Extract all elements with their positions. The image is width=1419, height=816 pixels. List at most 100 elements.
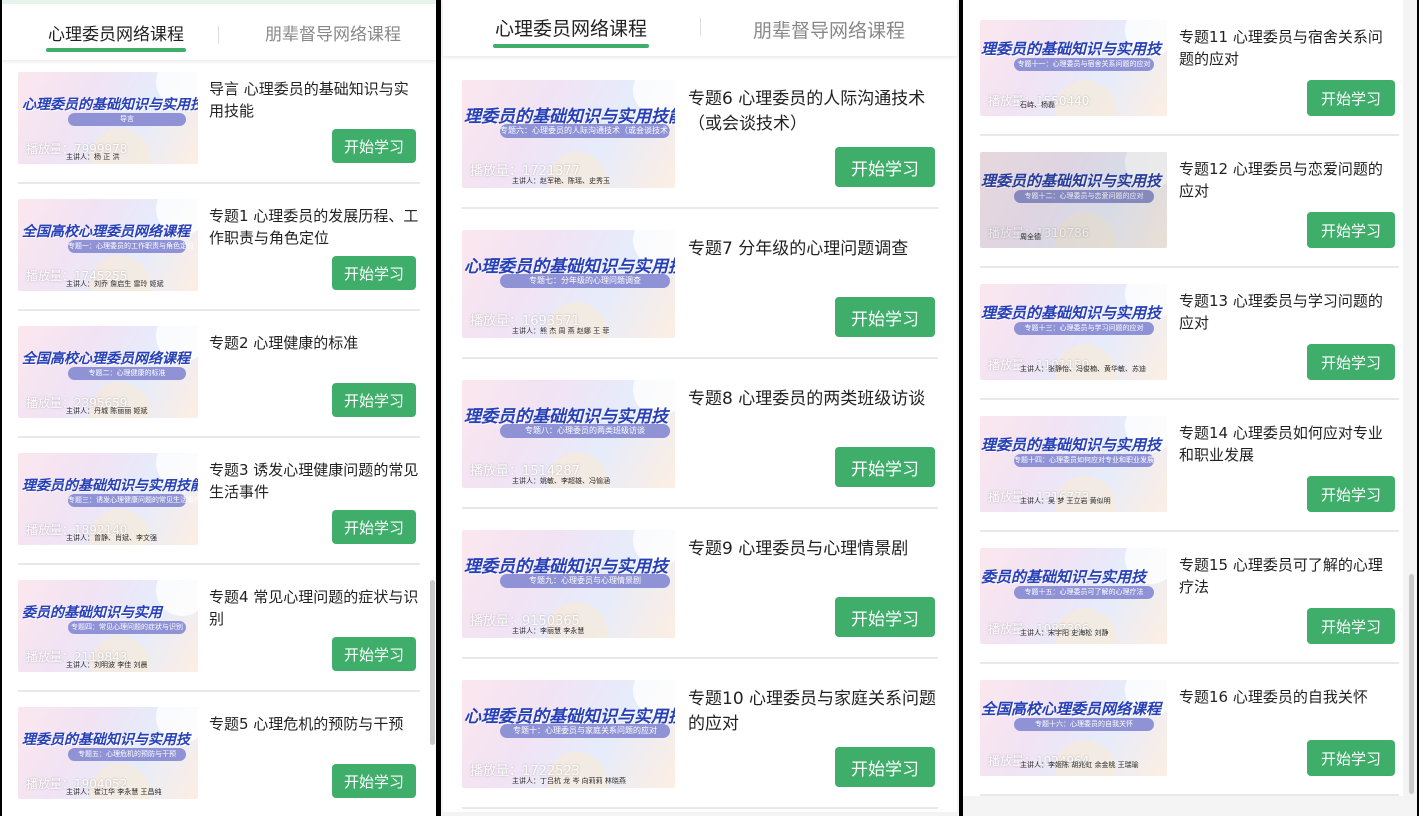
tab-peer-supervision[interactable]: 朋辈督导网络课程 [265, 20, 401, 45]
start-learning-button[interactable]: 开始学习 [332, 510, 416, 544]
start-learning-button[interactable]: 开始学习 [332, 764, 416, 798]
start-learning-button[interactable]: 开始学习 [1307, 212, 1395, 248]
scrollbar[interactable] [1409, 574, 1414, 794]
item-divider [18, 563, 420, 565]
item-divider [980, 662, 1399, 664]
course-thumbnail[interactable]: 心理委员的基础知识与实用技能专题七：分年级的心理问题调查播放量：1693571主… [462, 230, 675, 338]
course-item[interactable]: 全国高校心理委员网络课程 专题二：心理健康的标准 播放量：2395659 主讲人：丹城… [2, 326, 436, 453]
start-learning-button[interactable]: 开始学习 [1307, 608, 1395, 644]
course-title[interactable]: 专题12 心理委员与恋爱问题的应对 [1179, 159, 1389, 203]
course-thumbnail[interactable]: 全国高校心理委员网络课程 专题一：心理委员的工作职责与角色定位 播放量：174525… [18, 199, 198, 291]
course-title[interactable]: 导言 心理委员的基础知识与实用技能 [209, 79, 421, 123]
course-thumbnail[interactable]: 委员的基础知识与实用技 专题十五：心理委员可了解的心理疗法 播放量：1087306 主… [980, 548, 1167, 644]
course-item[interactable]: 理委员的基础知识与实用技 专题十四：心理委员如何应对专业和职业发展 播放量：1316… [963, 416, 1403, 548]
tab-bar: 心理委员网络课程 朋辈督导网络课程 [2, 0, 436, 60]
course-title[interactable]: 专题4 常见心理问题的症状与识别 [209, 587, 421, 631]
course-thumbnail[interactable]: 理委员的基础知识与实用技 专题五：心理危机的预防与干预 播放量：1904052 主讲人… [18, 707, 198, 799]
course-title[interactable]: 专题5 心理危机的预防与干预 [209, 714, 421, 736]
thumb-subtitle: 专题十：心理委员与家庭关系问题的应对 [500, 724, 670, 738]
course-thumbnail[interactable]: 理委员的基础知识与实用技能 专题三：诱发心理健康问题的常见生活事件 播放量：1892… [18, 453, 198, 545]
thumb-title: 全国高校心理委员网络课程 [981, 700, 1162, 718]
tab-bar: 心理委员网络课程 朋辈督导网络课程 [443, 0, 957, 56]
tab-peer-supervision[interactable]: 朋辈督导网络课程 [753, 16, 905, 43]
thumb-subtitle: 专题十二：心理委员与恋爱问题的应对 [1014, 190, 1154, 203]
item-divider [18, 436, 420, 438]
start-learning-button[interactable]: 开始学习 [1307, 344, 1395, 380]
thumb-presenters: 主讲人：杨 正 洪 [66, 153, 120, 161]
course-title[interactable]: 专题16 心理委员的自我关怀 [1179, 687, 1389, 709]
item-divider [462, 657, 938, 659]
thumb-title: 理委员的基础知识与实用技 [981, 304, 1162, 322]
course-item[interactable]: 理委员的基础知识与实用技 专题五：心理危机的预防与干预 播放量：1904052 主讲人… [2, 707, 436, 816]
course-item[interactable]: 心理委员的基础知识与实用技能导言播放量：7999978主讲人：杨 正 洪导言 心… [2, 72, 436, 199]
course-thumbnail[interactable]: 委员的基础知识与实用 专题四：常见心理问题的症状与识别 播放量：2119843 主讲人… [18, 580, 198, 672]
thumb-subtitle: 专题二：心理健康的标准 [68, 367, 186, 380]
start-learning-button[interactable]: 开始学习 [1307, 476, 1395, 512]
start-learning-button[interactable]: 开始学习 [332, 383, 416, 417]
thumb-subtitle: 专题八：心理委员的两类班级访谈 [500, 424, 670, 438]
course-item[interactable]: 理委员的基础知识与实用技 专题九：心理委员与心理情景剧 播放量：9150365 主讲人… [443, 530, 957, 680]
start-learning-button[interactable]: 开始学习 [835, 297, 935, 337]
start-learning-button[interactable]: 开始学习 [332, 129, 416, 163]
item-divider [980, 794, 1399, 796]
start-learning-button[interactable]: 开始学习 [835, 447, 935, 487]
scrollbar[interactable] [430, 580, 435, 745]
course-item[interactable]: 全国高校心理委员网络课程 专题一：心理委员的工作职责与角色定位 播放量：174525… [2, 199, 436, 326]
item-divider [980, 134, 1399, 136]
course-thumbnail[interactable]: 心理委员的基础知识与实用技能导言播放量：7999978主讲人：杨 正 洪 [18, 72, 198, 164]
item-divider [462, 357, 938, 359]
item-divider [980, 266, 1399, 268]
course-item[interactable]: 理委员的基础知识与实用技 专题十二：心理委员与恋爱问题的应对 播放量：1310786… [963, 152, 1403, 284]
item-divider [462, 507, 938, 509]
course-item[interactable]: 心理委员的基础知识与实用技能专题七：分年级的心理问题调查播放量：1693571主… [443, 230, 957, 380]
course-item[interactable]: 心理委员的基础知识与实用技能专题十：心理委员与家庭关系问题的应对播放量：1722… [443, 680, 957, 816]
course-item[interactable]: 委员的基础知识与实用 专题四：常见心理问题的症状与识别 播放量：2119843 主讲人… [2, 580, 436, 707]
course-title[interactable]: 专题15 心理委员可了解的心理疗法 [1179, 555, 1389, 599]
course-thumbnail[interactable]: 全国高校心理委员网络课程 专题二：心理健康的标准 播放量：2395659 主讲人：丹城… [18, 326, 198, 418]
start-learning-button[interactable]: 开始学习 [332, 256, 416, 290]
course-thumbnail[interactable]: 理委员的基础知识与实用技 专题十二：心理委员与恋爱问题的应对 播放量：1310786… [980, 152, 1167, 248]
course-title[interactable]: 专题7 分年级的心理问题调查 [688, 237, 938, 262]
thumb-presenters: 主讲人：丹城 陈丽丽 姬斌 [66, 407, 148, 415]
course-title[interactable]: 专题8 心理委员的两类班级访谈 [688, 387, 938, 412]
course-thumbnail[interactable]: 理委员的基础知识与实用技 专题十三：心理委员与学习问题的应对 播放量：1101159… [980, 284, 1167, 380]
thumb-presenters: 主讲人：熊 杰 周 燕 赵娜 王 菲 [512, 327, 610, 335]
course-title[interactable]: 专题1 心理委员的发展历程、工作职责与角色定位 [209, 206, 421, 250]
course-thumbnail[interactable]: 全国高校心理委员网络课程 专题十六：心理委员的自我关怀 播放量：1024964 主讲人… [980, 680, 1167, 776]
course-item[interactable]: 理委员的基础知识与实用技 专题十一：心理委员与宿舍关系问题的应对 播放量：15504… [963, 20, 1403, 152]
thumb-subtitle: 专题四：常见心理问题的症状与识别 [68, 621, 186, 634]
course-title[interactable]: 专题13 心理委员与学习问题的应对 [1179, 291, 1389, 335]
start-learning-button[interactable]: 开始学习 [1307, 80, 1395, 116]
course-item[interactable]: 理委员的基础知识与实用技 专题八：心理委员的两类班级访谈 播放量：1514287 主讲… [443, 380, 957, 530]
thumb-presenters: 主讲人：宋宇阳 史海松 刘静 [1020, 629, 1109, 637]
tab-psych-committee[interactable]: 心理委员网络课程 [46, 20, 186, 52]
course-thumbnail[interactable]: 心理委员的基础知识与实用技能专题十：心理委员与家庭关系问题的应对播放量：1722… [462, 680, 675, 788]
course-thumbnail[interactable]: 理委员的基础知识与实用技能 专题六：心理委员的人际沟通技术（或会谈技术） 播放量：1… [462, 80, 675, 188]
thumb-title: 委员的基础知识与实用 [22, 605, 162, 621]
start-learning-button[interactable]: 开始学习 [835, 747, 935, 787]
course-item[interactable]: 理委员的基础知识与实用技能 专题三：诱发心理健康问题的常见生活事件 播放量：1892… [2, 453, 436, 580]
course-item[interactable]: 理委员的基础知识与实用技 专题十三：心理委员与学习问题的应对 播放量：1101159… [963, 284, 1403, 416]
course-item[interactable]: 全国高校心理委员网络课程 专题十六：心理委员的自我关怀 播放量：1024964 主讲人… [963, 680, 1403, 812]
course-title[interactable]: 专题6 心理委员的人际沟通技术（或会谈技术） [688, 87, 938, 136]
tab-psych-committee[interactable]: 心理委员网络课程 [492, 14, 650, 48]
course-item[interactable]: 委员的基础知识与实用技 专题十五：心理委员可了解的心理疗法 播放量：1087306 主… [963, 548, 1403, 680]
course-title[interactable]: 专题14 心理委员如何应对专业和职业发展 [1179, 423, 1389, 467]
start-learning-button[interactable]: 开始学习 [835, 147, 935, 187]
course-thumbnail[interactable]: 理委员的基础知识与实用技 专题十四：心理委员如何应对专业和职业发展 播放量：1316… [980, 416, 1167, 512]
course-thumbnail[interactable]: 理委员的基础知识与实用技 专题九：心理委员与心理情景剧 播放量：9150365 主讲人… [462, 530, 675, 638]
thumb-presenters: 主讲人：刘明波 李佳 刘晨 [66, 661, 148, 669]
course-title[interactable]: 专题2 心理健康的标准 [209, 333, 421, 355]
course-thumbnail[interactable]: 理委员的基础知识与实用技 专题十一：心理委员与宿舍关系问题的应对 播放量：15504… [980, 20, 1167, 116]
thumb-subtitle: 专题三：诱发心理健康问题的常见生活事件 [68, 494, 198, 507]
course-title[interactable]: 专题3 诱发心理健康问题的常见生活事件 [209, 460, 421, 504]
course-title[interactable]: 专题10 心理委员与家庭关系问题的应对 [688, 687, 938, 736]
start-learning-button[interactable]: 开始学习 [1307, 740, 1395, 776]
start-learning-button[interactable]: 开始学习 [835, 597, 935, 637]
course-thumbnail[interactable]: 理委员的基础知识与实用技 专题八：心理委员的两类班级访谈 播放量：1514287 主讲… [462, 380, 675, 488]
course-item[interactable]: 理委员的基础知识与实用技能 专题六：心理委员的人际沟通技术（或会谈技术） 播放量：1… [443, 80, 957, 230]
start-learning-button[interactable]: 开始学习 [332, 637, 416, 671]
course-title[interactable]: 专题11 心理委员与宿舍关系问题的应对 [1179, 27, 1389, 71]
item-divider [18, 690, 420, 692]
course-title[interactable]: 专题9 心理委员与心理情景剧 [688, 537, 938, 562]
